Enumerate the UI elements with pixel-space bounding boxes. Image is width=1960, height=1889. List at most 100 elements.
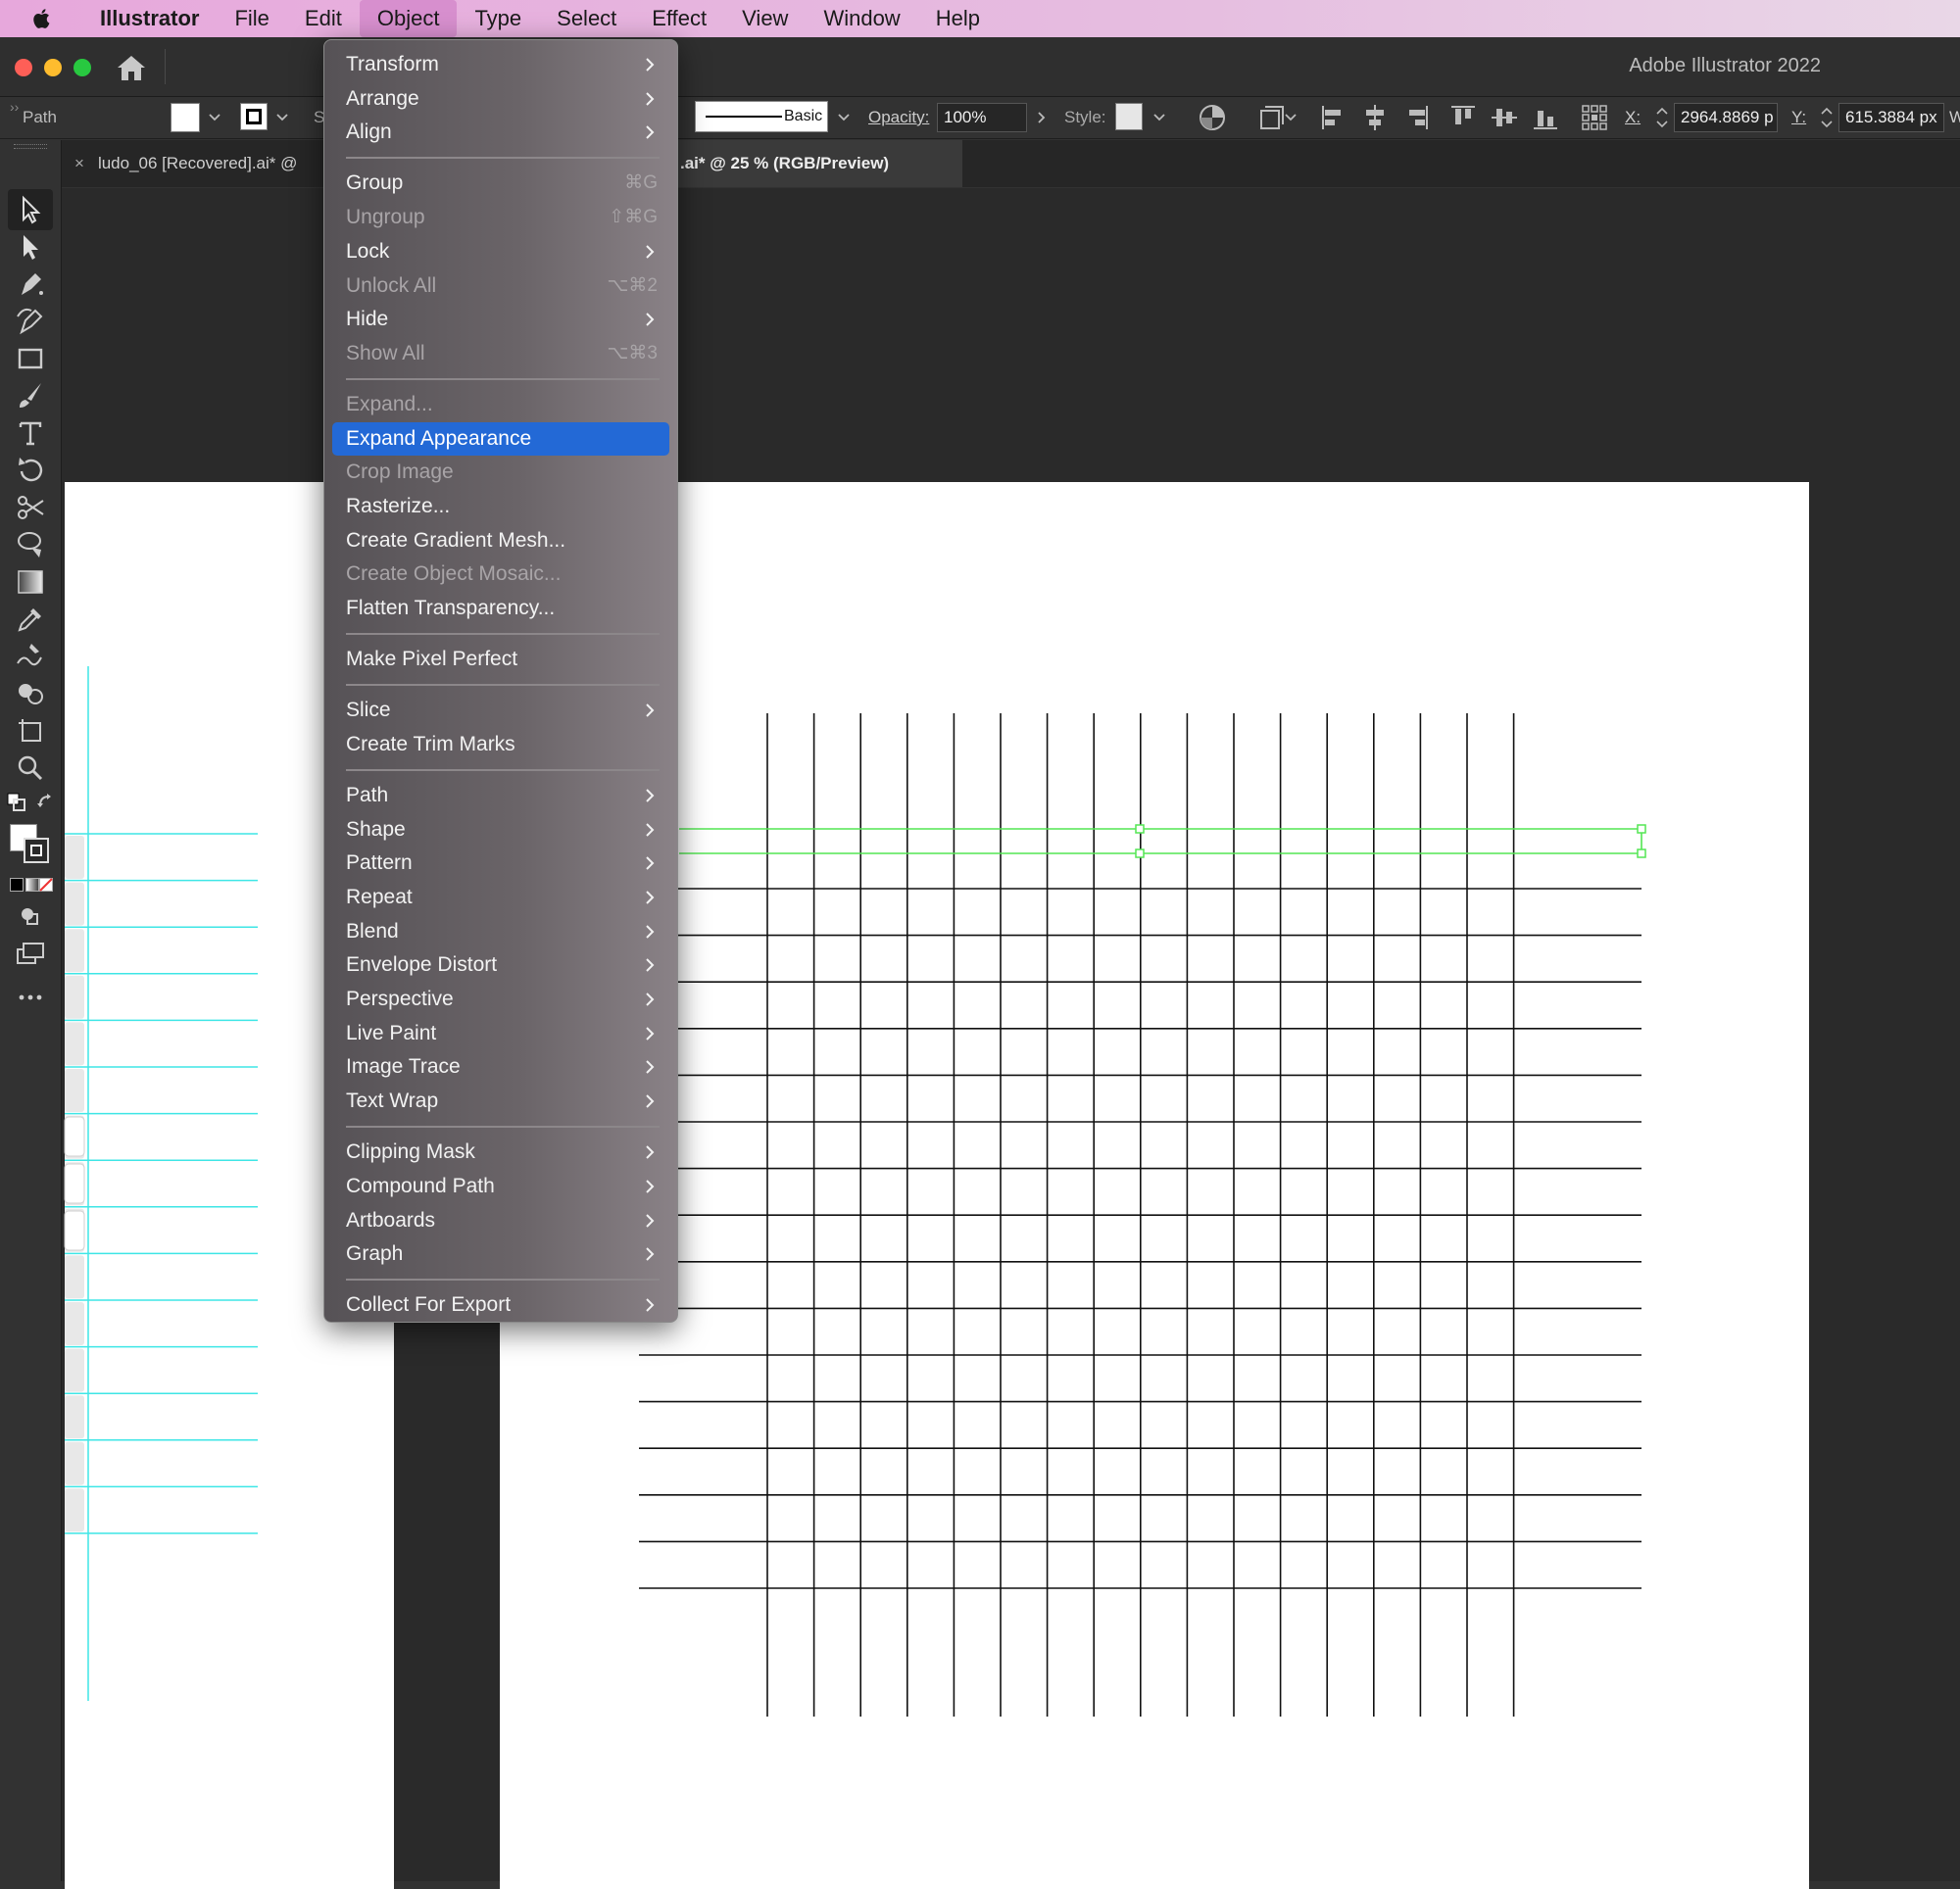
menu-item-label: Arrange <box>346 86 419 110</box>
menu-item-create-trim-marks[interactable]: Create Trim Marks <box>332 728 669 761</box>
stub-shape[interactable] <box>65 882 84 926</box>
menu-item-create-object-mosaic: Create Object Mosaic... <box>332 557 669 591</box>
stub-shape-highlight[interactable] <box>64 1163 85 1204</box>
menu-item-live-paint[interactable]: Live Paint <box>332 1017 669 1050</box>
menu-item-envelope-distort[interactable]: Envelope Distort <box>332 948 669 982</box>
menu-item-slice[interactable]: Slice <box>332 694 669 727</box>
anchor-point-handle[interactable] <box>1637 824 1646 834</box>
stub-shape[interactable] <box>65 1069 84 1112</box>
menu-item-repeat[interactable]: Repeat <box>332 881 669 914</box>
menu-item-shortcut: ⌥⌘3 <box>607 342 658 363</box>
menu-item-graph[interactable]: Graph <box>332 1237 669 1271</box>
menu-item-shape[interactable]: Shape <box>332 813 669 847</box>
menu-item-label: Expand... <box>346 392 433 415</box>
submenu-arrow-icon <box>646 125 655 140</box>
stub-shape-highlight[interactable] <box>64 1210 85 1251</box>
anchor-point-handle[interactable] <box>1135 848 1145 858</box>
menu-item-label: Crop Image <box>346 460 454 484</box>
selected-path-group[interactable] <box>679 824 1646 858</box>
stub-shape[interactable] <box>65 1255 84 1299</box>
menu-item-label: Graph <box>346 1242 404 1266</box>
menu-separator <box>346 377 660 380</box>
menu-item-show-all: Show All ⌥⌘3 <box>332 337 669 370</box>
submenu-arrow-icon <box>646 1247 655 1261</box>
menu-item-label: Repeat <box>346 885 413 908</box>
menu-item-label: Align <box>346 121 392 144</box>
menu-item-label: Hide <box>346 308 389 331</box>
submenu-arrow-icon <box>646 1060 655 1075</box>
submenu-arrow-icon <box>646 993 655 1006</box>
object-menu-dropdown: Transform Arrange Align Group ⌘G Ungroup ⇧⌘G Lo… <box>323 39 678 1323</box>
menu-item-arrange[interactable]: Arrange <box>332 82 669 116</box>
menu-item-blend[interactable]: Blend <box>332 915 669 948</box>
menu-item-transform[interactable]: Transform <box>332 48 669 81</box>
submenu-arrow-icon <box>646 958 655 973</box>
menu-separator <box>346 632 660 635</box>
menu-item-align[interactable]: Align <box>332 116 669 149</box>
menu-item-label: Perspective <box>346 988 454 1010</box>
stub-shape[interactable] <box>65 836 84 879</box>
menu-item-perspective[interactable]: Perspective <box>332 983 669 1016</box>
stub-shape-highlight[interactable] <box>64 1116 85 1157</box>
menu-item-label: Expand Appearance <box>346 426 532 450</box>
menu-item-label: Unlock All <box>346 273 437 297</box>
menu-item-shortcut: ⇧⌘G <box>609 207 658 228</box>
menu-item-label: Collect For Export <box>346 1293 512 1317</box>
submenu-arrow-icon <box>646 313 655 326</box>
menu-item-label: Lock <box>346 239 390 263</box>
submenu-arrow-icon <box>646 245 655 259</box>
stub-shape[interactable] <box>65 1441 84 1485</box>
menu-item-label: Create Object Mosaic... <box>346 562 562 586</box>
menu-item-lock[interactable]: Lock <box>332 235 669 268</box>
menu-item-label: Blend <box>346 919 399 943</box>
menu-item-label: Artboards <box>346 1208 436 1232</box>
menu-item-flatten-transparency[interactable]: Flatten Transparency... <box>332 592 669 625</box>
submenu-arrow-icon <box>646 1094 655 1108</box>
submenu-arrow-icon <box>646 822 655 837</box>
menu-item-label: Make Pixel Perfect <box>346 648 518 671</box>
menu-item-label: Shape <box>346 817 406 841</box>
menu-item-label: Slice <box>346 699 391 722</box>
stub-shapes-group <box>64 836 85 1532</box>
stub-shape[interactable] <box>65 1395 84 1439</box>
menu-item-collect-for-export[interactable]: Collect For Export <box>332 1288 669 1322</box>
artwork-layer <box>64 666 1646 1717</box>
menu-item-make-pixel-perfect[interactable]: Make Pixel Perfect <box>332 643 669 676</box>
submenu-arrow-icon <box>646 924 655 939</box>
menu-item-expand-appearance[interactable]: Expand Appearance <box>332 421 669 456</box>
menu-item-path[interactable]: Path <box>332 779 669 812</box>
menu-item-compound-path[interactable]: Compound Path <box>332 1170 669 1203</box>
stub-shape[interactable] <box>65 1022 84 1066</box>
menu-item-label: Ungroup <box>346 206 425 229</box>
menu-item-clipping-mask[interactable]: Clipping Mask <box>332 1136 669 1169</box>
menu-item-label: Text Wrap <box>346 1090 439 1113</box>
menu-item-shortcut: ⌥⌘2 <box>607 274 658 296</box>
submenu-arrow-icon <box>646 58 655 72</box>
menu-item-group[interactable]: Group ⌘G <box>332 167 669 200</box>
stub-shape[interactable] <box>65 1348 84 1392</box>
stub-shape[interactable] <box>65 1488 84 1532</box>
menu-item-hide[interactable]: Hide <box>332 303 669 336</box>
submenu-arrow-icon <box>646 789 655 802</box>
menu-item-rasterize[interactable]: Rasterize... <box>332 490 669 523</box>
stub-shape[interactable] <box>65 929 84 973</box>
menu-item-label: Create Gradient Mesh... <box>346 528 566 552</box>
stub-shape[interactable] <box>65 1302 84 1345</box>
anchor-point-handle[interactable] <box>1637 848 1646 858</box>
menu-separator <box>346 683 660 686</box>
ludo-grid-group[interactable] <box>639 713 1642 1717</box>
menu-item-label: Rasterize... <box>346 495 451 517</box>
submenu-arrow-icon <box>646 91 655 106</box>
menu-item-label: Show All <box>346 341 425 364</box>
anchor-point-handle[interactable] <box>1135 824 1145 834</box>
menu-item-create-gradient-mesh[interactable]: Create Gradient Mesh... <box>332 524 669 557</box>
menu-item-text-wrap[interactable]: Text Wrap <box>332 1085 669 1118</box>
menu-item-artboards[interactable]: Artboards <box>332 1204 669 1237</box>
menu-separator <box>346 1125 660 1128</box>
stub-shape[interactable] <box>65 975 84 1019</box>
menu-item-ungroup: Ungroup ⇧⌘G <box>332 201 669 234</box>
menu-item-pattern[interactable]: Pattern <box>332 847 669 880</box>
menu-item-label: Clipping Mask <box>346 1140 475 1164</box>
menu-item-label: Envelope Distort <box>346 953 498 977</box>
menu-item-image-trace[interactable]: Image Trace <box>332 1050 669 1084</box>
